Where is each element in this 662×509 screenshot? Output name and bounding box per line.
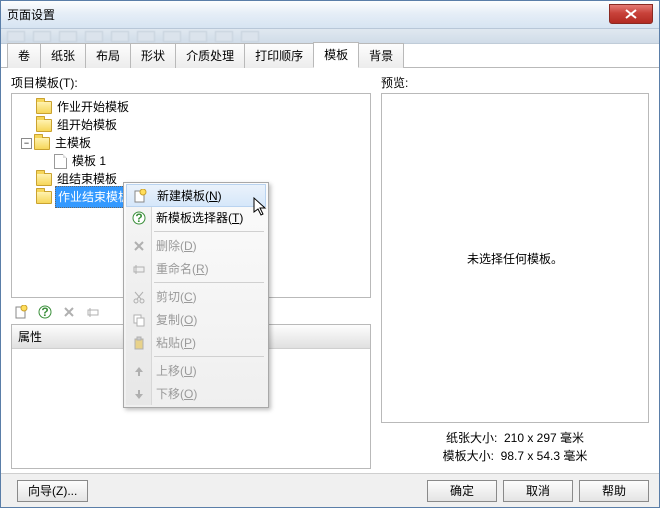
menu-item-label: 剪切(C) — [156, 288, 197, 305]
tab-strip: 卷 纸张 布局 形状 介质处理 打印顺序 模板 背景 — [1, 44, 659, 68]
tree-node[interactable]: 组开始模板 — [14, 116, 368, 134]
size-info: 纸张大小: 210 x 297 毫米 模板大小: 98.7 x 54.3 毫米 — [381, 429, 649, 469]
new-template-button[interactable] — [11, 302, 31, 322]
cancel-button[interactable]: 取消 — [503, 480, 573, 502]
menu-item-cut: 剪切(C) — [126, 285, 266, 308]
down-icon — [131, 386, 147, 402]
rename-button[interactable] — [83, 302, 103, 322]
new-doc-icon — [132, 188, 148, 204]
delete-button[interactable] — [59, 302, 79, 322]
menu-item-label: 复制(O) — [156, 311, 197, 328]
svg-text:?: ? — [41, 305, 48, 319]
content-area: 项目模板(T): 作业开始模板 组开始模板 −主模板 模板 1 组结束模板 作业… — [1, 68, 659, 473]
rename-icon — [86, 305, 100, 319]
folder-icon — [36, 191, 52, 204]
titlebar[interactable]: 页面设置 — [1, 1, 659, 29]
tree-node[interactable]: −主模板 — [14, 134, 368, 152]
help-icon: ? — [38, 305, 52, 319]
menu-separator — [154, 356, 264, 357]
ok-button[interactable]: 确定 — [427, 480, 497, 502]
menu-item-down: 下移(O) — [126, 382, 266, 405]
help-button[interactable]: ? — [35, 302, 55, 322]
cut-icon — [131, 289, 147, 305]
paste-icon — [131, 335, 147, 351]
menu-separator — [154, 231, 264, 232]
tab-template[interactable]: 模板 — [313, 42, 359, 68]
tab-paper[interactable]: 纸张 — [40, 43, 86, 68]
menu-item-label: 新模板选择器(T) — [156, 209, 243, 226]
menu-item-copy: 复制(O) — [126, 308, 266, 331]
dialog-footer: 向导(Z)... 确定 取消 帮助 — [1, 473, 659, 507]
document-icon — [54, 154, 67, 169]
preview-label: 预览: — [381, 74, 649, 91]
tree-node[interactable]: 作业开始模板 — [14, 98, 368, 116]
menu-item-rename: 重命名(R) — [126, 257, 266, 280]
close-button[interactable] — [609, 4, 653, 24]
up-icon — [131, 363, 147, 379]
tab-layout[interactable]: 布局 — [85, 43, 131, 68]
delete-icon — [62, 305, 76, 319]
menu-item-new-doc[interactable]: 新建模板(N) — [126, 184, 266, 207]
paper-size-label: 纸张大小: — [446, 431, 497, 445]
paper-size-value: 210 x 297 毫米 — [504, 431, 584, 445]
menu-item-label: 上移(U) — [156, 362, 197, 379]
delete-icon — [131, 238, 147, 254]
menu-separator — [154, 282, 264, 283]
menu-item-label: 粘贴(P) — [156, 334, 196, 351]
menu-item-label: 重命名(R) — [156, 260, 209, 277]
menu-item-help[interactable]: ? 新模板选择器(T) — [126, 206, 266, 229]
folder-icon — [36, 173, 52, 186]
tab-background[interactable]: 背景 — [358, 43, 404, 68]
menu-item-up: 上移(U) — [126, 359, 266, 382]
tab-media[interactable]: 介质处理 — [175, 43, 245, 68]
menu-item-paste: 粘贴(P) — [126, 331, 266, 354]
context-menu[interactable]: 新建模板(N)? 新模板选择器(T) 删除(D) 重命名(R) 剪切(C) 复制(O) 粘贴… — [123, 182, 269, 408]
wizard-button[interactable]: 向导(Z)... — [17, 480, 88, 502]
tab-shape[interactable]: 形状 — [130, 43, 176, 68]
new-doc-icon — [14, 305, 28, 319]
tab-print-order[interactable]: 打印顺序 — [244, 43, 314, 68]
help-button[interactable]: 帮助 — [579, 480, 649, 502]
menu-item-label: 下移(O) — [156, 385, 197, 402]
menu-item-label: 新建模板(N) — [157, 187, 222, 204]
window-title: 页面设置 — [7, 6, 55, 23]
svg-text:?: ? — [135, 211, 142, 225]
tree-label: 项目模板(T): — [11, 74, 371, 91]
menu-item-label: 删除(D) — [156, 237, 197, 254]
tab-roll[interactable]: 卷 — [7, 43, 41, 68]
collapse-icon[interactable]: − — [21, 138, 32, 149]
preview-box: 未选择任何模板。 — [381, 93, 649, 423]
right-pane: 预览: 未选择任何模板。 纸张大小: 210 x 297 毫米 模板大小: 98… — [381, 74, 649, 469]
tree-node[interactable]: 模板 1 — [14, 152, 368, 170]
page-setup-dialog: 页面设置 卷 纸张 布局 形状 介质处理 打印顺序 模板 背景 项目模板(T):… — [0, 0, 660, 508]
close-icon — [625, 9, 637, 19]
folder-icon — [34, 137, 50, 150]
rename-icon — [131, 261, 147, 277]
preview-placeholder: 未选择任何模板。 — [467, 250, 563, 267]
template-size-label: 模板大小: — [443, 449, 494, 463]
folder-icon — [36, 101, 52, 114]
menu-item-delete: 删除(D) — [126, 234, 266, 257]
folder-icon — [36, 119, 52, 132]
template-size-value: 98.7 x 54.3 毫米 — [501, 449, 588, 463]
cursor-icon — [253, 197, 269, 217]
help-icon: ? — [131, 210, 147, 226]
copy-icon — [131, 312, 147, 328]
